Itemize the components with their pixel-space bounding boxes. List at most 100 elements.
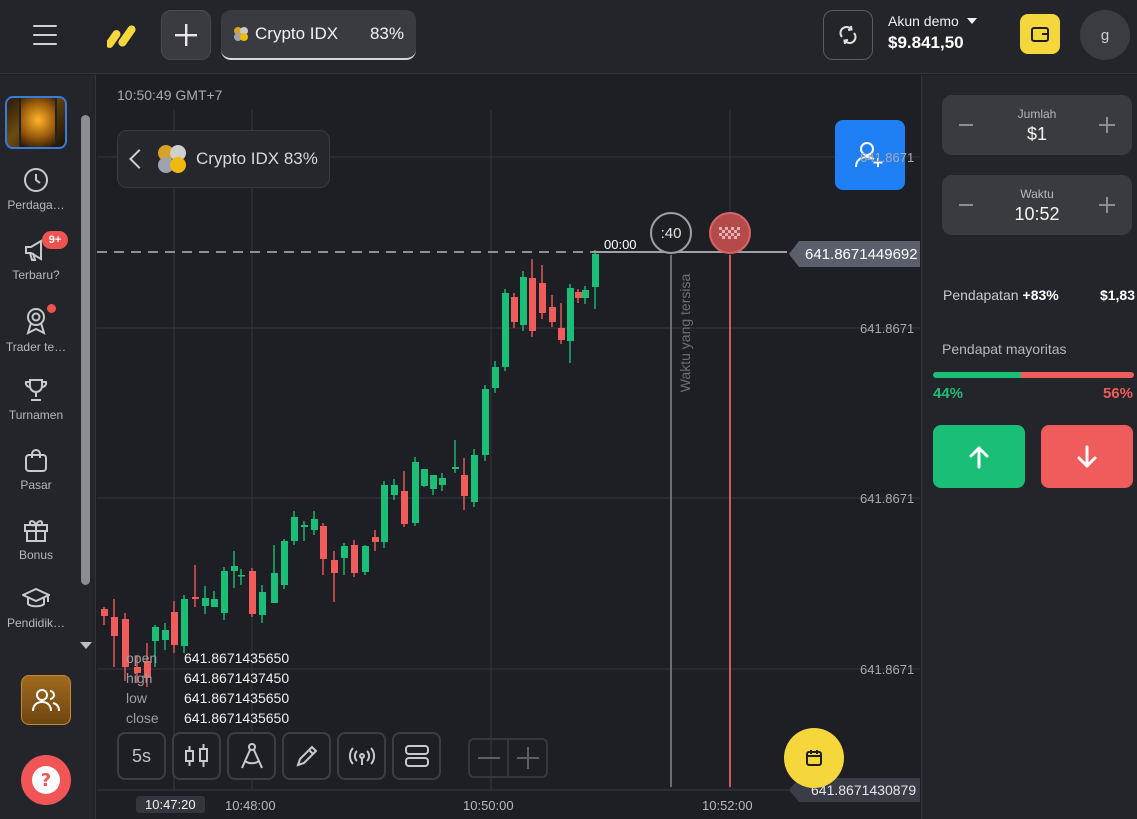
sidebar-item-label: Trader te… xyxy=(5,340,67,354)
candle-bullish xyxy=(439,478,446,485)
candle-bearish xyxy=(372,537,379,542)
candle-bullish xyxy=(362,546,369,572)
candle-bearish xyxy=(529,278,536,331)
sidebar-scrollbar[interactable] xyxy=(81,115,90,585)
income-row: Pendapatan +83% $1,83 xyxy=(943,287,1135,303)
amount-increase-button[interactable] xyxy=(1099,117,1115,133)
promo-story-card[interactable] xyxy=(5,96,67,149)
clock-icon xyxy=(24,168,48,192)
candle-bullish xyxy=(271,573,278,603)
candle-bullish xyxy=(582,290,589,298)
candle-bullish xyxy=(430,475,437,489)
finish-flag-icon xyxy=(719,227,740,239)
menu-icon[interactable] xyxy=(33,25,57,45)
sidebar-item-news[interactable]: 9+ Terbaru? xyxy=(0,231,72,282)
sidebar-item-market[interactable]: Pasar xyxy=(0,447,72,492)
time-stepper[interactable]: Waktu 10:52 xyxy=(942,175,1132,235)
indicators-button[interactable] xyxy=(227,732,276,780)
buy-up-button[interactable] xyxy=(933,425,1025,488)
sidebar-item-education[interactable]: Pendidik… xyxy=(0,587,72,630)
candlestick-icon xyxy=(184,744,208,767)
sentiment-down-fill xyxy=(1021,372,1134,378)
candle-bullish xyxy=(291,517,298,541)
candle-bearish xyxy=(558,328,565,340)
ohlc-value: 641.8671435650 xyxy=(184,650,290,666)
y-axis-label: 641.8671 xyxy=(860,491,915,506)
pencil-icon xyxy=(295,745,317,767)
income-percent: +83% xyxy=(1022,287,1059,303)
arrow-up-icon xyxy=(969,446,989,468)
drawing-tools-button[interactable] xyxy=(282,732,331,780)
sidebar-item-bonus[interactable]: Bonus xyxy=(0,517,72,562)
account-balance: $9.841,50 xyxy=(888,33,964,52)
sidebar-item-trading[interactable]: Perdaga… xyxy=(0,167,72,212)
zoom-out-button[interactable] xyxy=(470,740,507,776)
sidebar-item-label: Pasar xyxy=(20,478,52,492)
sidebar-item-top-traders[interactable]: Trader te… xyxy=(0,304,72,354)
scroll-down-icon[interactable] xyxy=(80,642,92,649)
ohlc-key: close xyxy=(126,710,159,726)
sync-icon xyxy=(839,25,857,45)
current-price-tag: 641.8671449692 xyxy=(789,241,920,267)
amount-stepper[interactable]: Jumlah $1 xyxy=(942,95,1132,155)
timeframe-button[interactable]: 5s xyxy=(117,732,166,780)
signals-button[interactable] xyxy=(337,732,386,780)
time-increase-button[interactable] xyxy=(1099,197,1115,213)
candle-bullish xyxy=(492,367,499,388)
asset-tab-crypto-idx[interactable]: Crypto IDX 83% xyxy=(221,10,416,60)
candle-bullish xyxy=(391,485,398,495)
calendar-button[interactable] xyxy=(784,728,844,788)
expiry-marker xyxy=(709,212,751,254)
candle-bullish xyxy=(311,519,318,530)
candle-bearish xyxy=(575,292,582,298)
candle-bullish xyxy=(231,566,238,571)
sidebar-item-label: Turnamen xyxy=(8,408,64,422)
broadcast-icon xyxy=(348,747,375,765)
wallet-icon xyxy=(1031,27,1049,42)
plus-icon xyxy=(516,747,539,769)
candle-bearish xyxy=(549,307,556,322)
ohlc-key: high xyxy=(126,670,153,686)
x-axis-label-active: 10:47:20 xyxy=(136,796,205,813)
y-axis-label: 641.8671 xyxy=(860,321,915,336)
candle-bullish xyxy=(238,575,245,577)
trading-app: Crypto IDX 83% Akun demo $9.841,50 g Per… xyxy=(0,0,1137,819)
add-asset-button[interactable] xyxy=(161,10,211,60)
candle-bullish xyxy=(592,254,599,287)
layout-button[interactable] xyxy=(392,732,441,780)
award-icon xyxy=(26,308,46,335)
help-button[interactable]: ? xyxy=(21,755,71,805)
back-arrow-icon[interactable] xyxy=(129,149,149,169)
candle-bearish xyxy=(511,297,518,322)
candle-bullish xyxy=(567,288,574,341)
user-avatar[interactable]: g xyxy=(1080,10,1130,60)
sidebar-item-label: Pendidik… xyxy=(6,616,66,630)
candle-bearish xyxy=(171,612,178,645)
account-type: Akun demo xyxy=(888,13,959,29)
sentiment-up-fill xyxy=(933,372,1022,378)
switch-account-button[interactable] xyxy=(823,10,873,60)
candle-bullish xyxy=(281,541,288,585)
copy-trading-button[interactable] xyxy=(21,675,71,725)
crypto-coins-icon xyxy=(158,145,186,173)
account-selector[interactable]: Akun demo $9.841,50 xyxy=(888,13,998,59)
asset-info-pill[interactable]: Crypto IDX 83% xyxy=(117,130,330,188)
price-chart[interactable]: 10:50:49 GMT+7 Crypto IDX 83% 00:00 :40 … xyxy=(97,75,920,819)
candle-bearish xyxy=(249,571,256,614)
candle-bullish xyxy=(471,455,478,502)
chart-type-button[interactable] xyxy=(172,732,221,780)
candle-bullish xyxy=(202,598,209,606)
wallet-button[interactable] xyxy=(1020,14,1060,54)
zoom-in-button[interactable] xyxy=(507,740,546,776)
ohlc-value: 641.8671437450 xyxy=(184,670,290,686)
buy-down-button[interactable] xyxy=(1041,425,1133,488)
crypto-coins-icon xyxy=(234,27,248,41)
sidebar-item-tournaments[interactable]: Turnamen xyxy=(0,377,72,422)
sentiment-up-percent: 44% xyxy=(933,385,964,402)
candle-bullish xyxy=(181,599,188,646)
x-axis-label: 10:52:00 xyxy=(702,798,753,813)
graduation-cap-icon xyxy=(22,587,50,608)
candle-bullish xyxy=(381,485,388,542)
x-axis-label: 10:48:00 xyxy=(225,798,276,813)
sidebar-item-label: Terbaru? xyxy=(12,268,60,282)
